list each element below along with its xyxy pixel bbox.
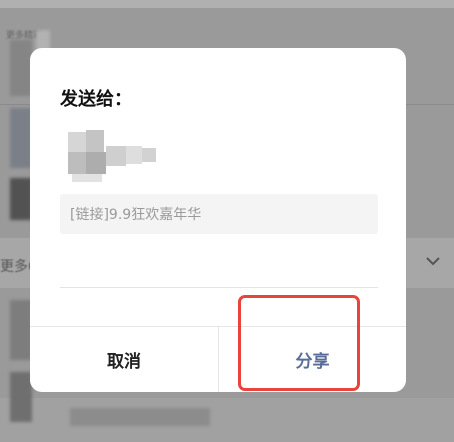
dialog-title: 发送给： [60,89,132,110]
avatar [58,122,168,184]
background-thumbnail [10,108,32,168]
shared-link-preview: [链接]9.9狂欢嘉年华 [60,194,378,234]
shared-link-text: [链接]9.9狂欢嘉年华 [70,207,202,223]
chevron-down-icon [426,257,440,266]
background-text-blur [70,408,210,426]
background-thumbnail [10,372,32,422]
background-strip [0,398,454,442]
share-button[interactable]: 分享 [219,327,406,392]
background-thumbnail [10,40,32,96]
background-strip [0,0,454,8]
cancel-button[interactable]: 取消 [30,327,218,392]
message-input[interactable] [60,244,378,288]
share-dialog: 发送给： [链接]9.9狂欢嘉年华 取消 分享 [30,48,406,392]
background-thumbnail [10,300,32,360]
background-thumbnail [10,178,32,220]
